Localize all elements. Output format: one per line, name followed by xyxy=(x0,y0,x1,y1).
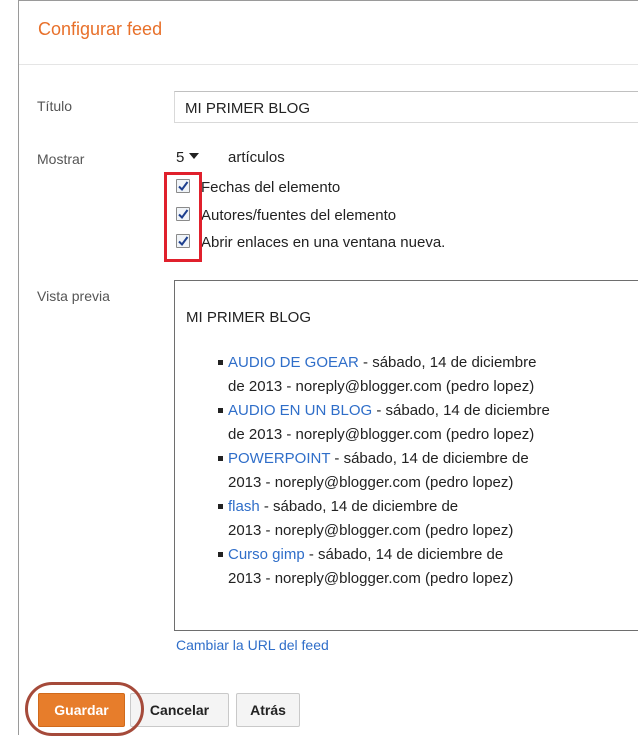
feed-item-link[interactable]: AUDIO EN UN BLOG xyxy=(228,402,372,419)
change-feed-url-link[interactable]: Cambiar la URL del feed xyxy=(176,637,329,653)
show-label: Mostrar xyxy=(37,151,85,167)
bullet-icon xyxy=(218,408,223,413)
bullet-icon xyxy=(218,456,223,461)
save-highlight-ring xyxy=(25,682,144,736)
list-item: flash - sábado, 14 de diciembre de 2013 -… xyxy=(218,495,638,543)
feed-item-meta: - sábado, 14 de diciembre de xyxy=(259,498,459,515)
checkbox-label-dates: Fechas del elemento xyxy=(201,179,341,196)
articles-label: artículos xyxy=(228,149,285,166)
preview-panel: MI PRIMER BLOG AUDIO DE GOEAR - sábado, … xyxy=(174,280,638,631)
show-count-value: 5 xyxy=(176,149,185,166)
title-input[interactable]: MI PRIMER BLOG xyxy=(174,91,638,123)
feed-item-list: AUDIO DE GOEAR - sábado, 14 de diciembre… xyxy=(218,351,638,591)
feed-item-meta: 2013 - noreply@blogger.com (pedro lopez) xyxy=(228,570,514,587)
feed-item-link[interactable]: flash xyxy=(228,498,260,515)
feed-item-meta: de 2013 - noreply@blogger.com (pedro lop… xyxy=(228,426,535,443)
preview-label: Vista previa xyxy=(37,288,110,304)
list-item: AUDIO DE GOEAR - sábado, 14 de diciembre… xyxy=(218,351,638,399)
title-label: Título xyxy=(37,98,73,114)
cancel-button[interactable]: Cancelar xyxy=(130,693,229,727)
feed-item-meta: - sábado, 14 de diciembre xyxy=(358,354,537,371)
checkbox-label-new-window: Abrir enlaces en una ventana nueva. xyxy=(201,234,446,251)
feed-item-link[interactable]: Curso gimp xyxy=(228,546,305,563)
list-item: POWERPOINT - sábado, 14 de diciembre de 2… xyxy=(218,447,638,495)
list-item: AUDIO EN UN BLOG - sábado, 14 de diciemb… xyxy=(218,399,638,447)
show-count-select[interactable]: 5 xyxy=(176,149,200,166)
chevron-down-icon xyxy=(189,153,200,160)
checkbox-highlight-box xyxy=(164,172,202,262)
feed-item-link[interactable]: AUDIO DE GOEAR xyxy=(228,354,359,371)
feed-item-meta: 2013 - noreply@blogger.com (pedro lopez) xyxy=(228,522,514,539)
feed-item-meta: - sábado, 14 de diciembre xyxy=(372,402,550,419)
back-button[interactable]: Atrás xyxy=(236,693,300,727)
feed-item-meta: de 2013 - noreply@blogger.com (pedro lop… xyxy=(228,378,535,395)
dialog-title: Configurar feed xyxy=(38,19,163,39)
feed-item-link[interactable]: POWERPOINT xyxy=(228,450,330,467)
feed-item-meta: - sábado, 14 de diciembre de xyxy=(304,546,504,563)
checkbox-label-authors: Autores/fuentes del elemento xyxy=(201,207,397,224)
preview-feed-title: MI PRIMER BLOG xyxy=(186,309,312,326)
dialog-header: Configurar feed xyxy=(19,1,638,65)
feed-item-meta: 2013 - noreply@blogger.com (pedro lopez) xyxy=(228,474,514,491)
bullet-icon xyxy=(218,552,223,557)
feed-item-meta: - sábado, 14 de diciembre de xyxy=(330,450,529,467)
list-item: Curso gimp - sábado, 14 de diciembre de 2… xyxy=(218,543,638,591)
bullet-icon xyxy=(218,360,223,365)
bullet-icon xyxy=(218,504,223,509)
